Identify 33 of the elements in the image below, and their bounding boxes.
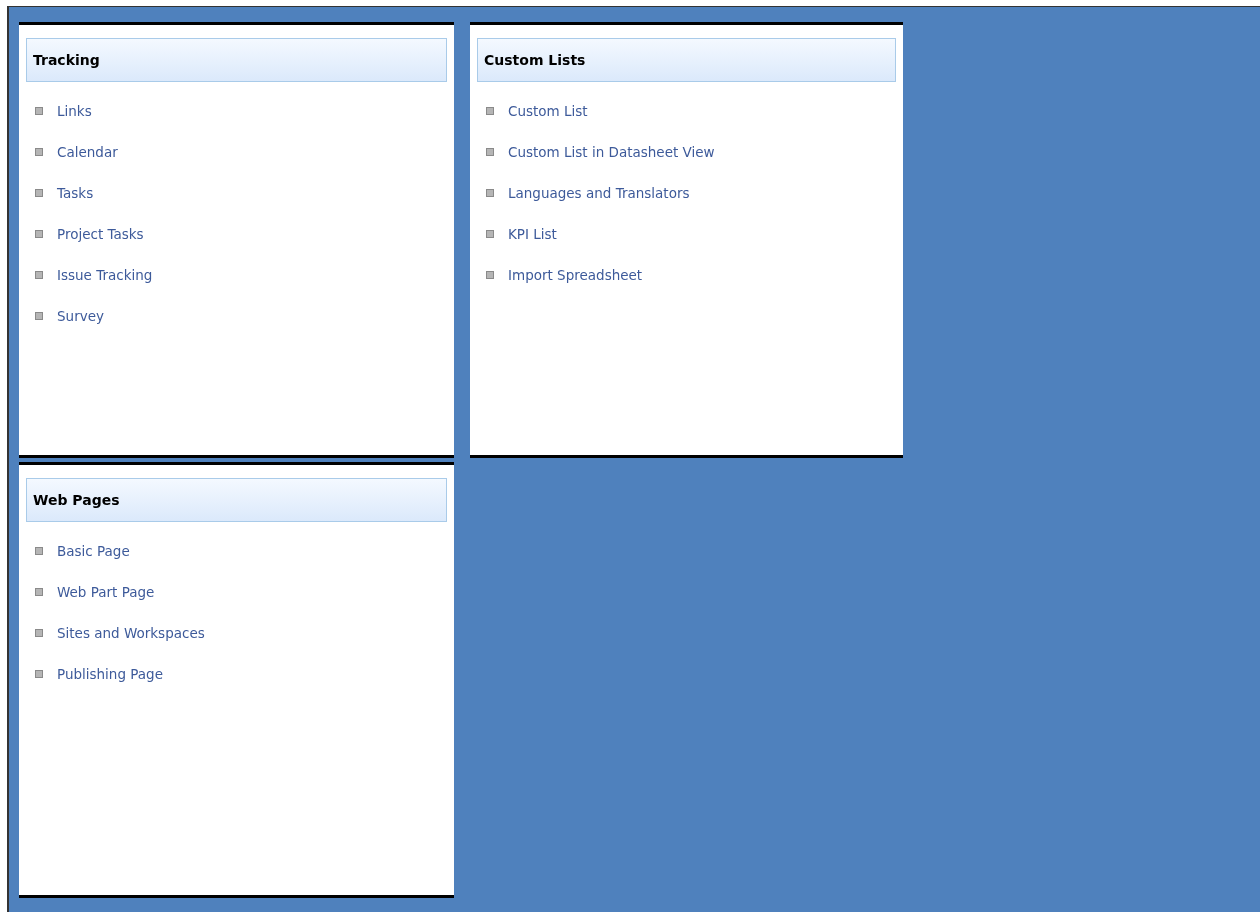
item-link[interactable]: Publishing Page <box>57 665 163 682</box>
bullet-icon <box>35 587 43 596</box>
bullet-icon <box>35 147 43 156</box>
item-link[interactable]: Custom List <box>508 102 588 119</box>
bullet-icon <box>35 229 43 238</box>
item-link[interactable]: Basic Page <box>57 542 130 559</box>
item-link[interactable]: Survey <box>57 307 104 324</box>
item-link[interactable]: Issue Tracking <box>57 266 153 283</box>
item-link[interactable]: Import Spreadsheet <box>508 266 643 283</box>
bullet-icon <box>35 628 43 637</box>
bullet-icon <box>486 270 494 279</box>
item-link[interactable]: KPI List <box>508 225 557 242</box>
item-link[interactable]: Project Tasks <box>57 225 144 242</box>
bullet-icon <box>35 311 43 320</box>
bullet-icon <box>35 270 43 279</box>
panel-title: Tracking <box>33 52 100 68</box>
panel-title: Custom Lists <box>484 52 586 68</box>
item-link[interactable]: Tasks <box>57 184 94 201</box>
item-link[interactable]: Sites and Workspaces <box>57 624 205 641</box>
bullet-icon <box>486 229 494 238</box>
bullet-icon <box>486 106 494 115</box>
item-link[interactable]: Calendar <box>57 143 118 160</box>
item-link[interactable]: Web Part Page <box>57 583 155 600</box>
item-link[interactable]: Custom List in Datasheet View <box>508 143 715 160</box>
bullet-icon <box>35 106 43 115</box>
panel-title: Web Pages <box>33 492 120 508</box>
bullet-icon <box>35 669 43 678</box>
bullet-icon <box>486 188 494 197</box>
bullet-icon <box>35 546 43 555</box>
bullet-icon <box>35 188 43 197</box>
item-link[interactable]: Languages and Translators <box>508 184 690 201</box>
bullet-icon <box>486 147 494 156</box>
item-link[interactable]: Links <box>57 102 92 119</box>
